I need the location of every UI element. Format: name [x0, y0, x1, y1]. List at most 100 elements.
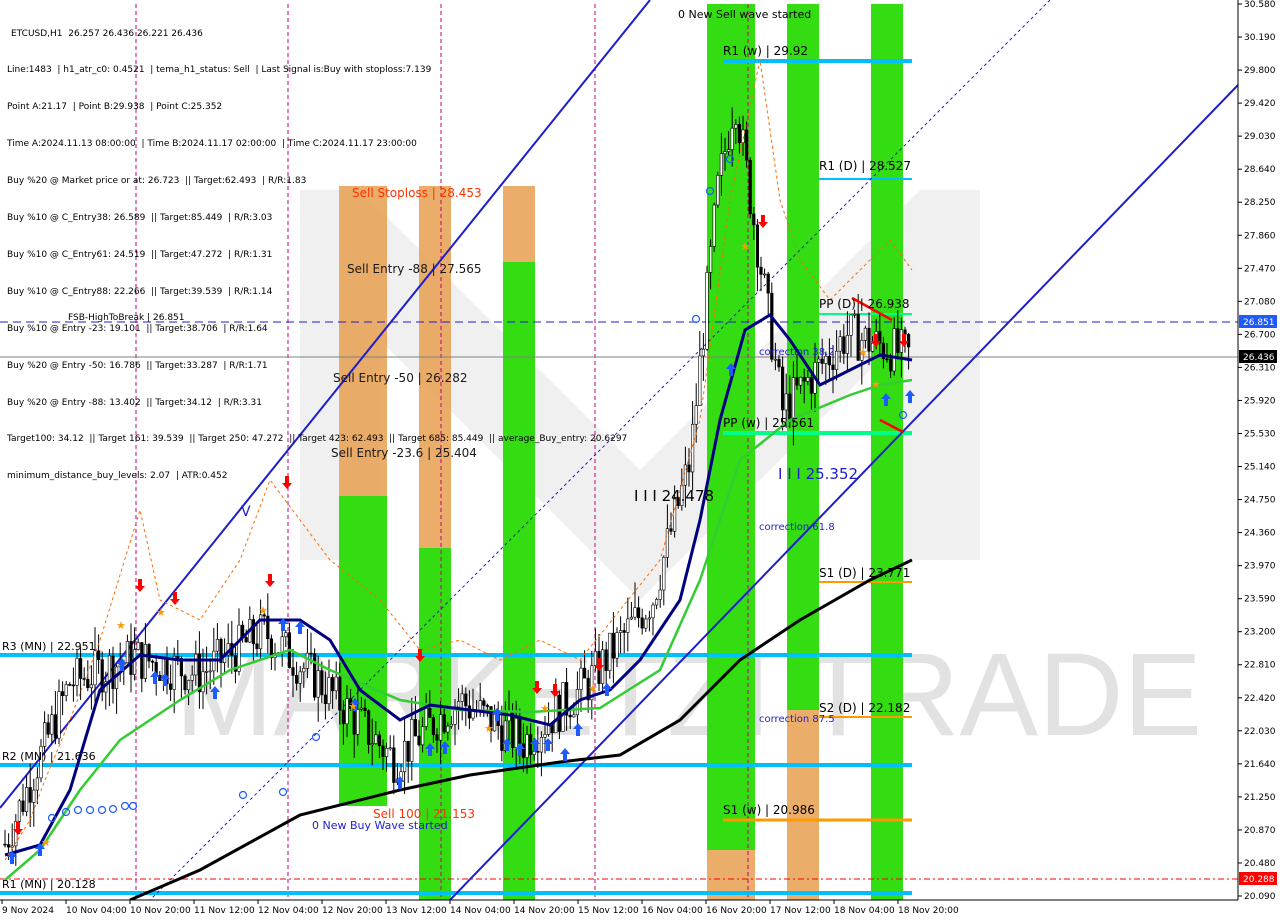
candle-body	[97, 650, 101, 660]
candle-body	[802, 376, 806, 382]
candle-body	[838, 336, 842, 352]
price-tick-label: 21.640	[1244, 760, 1276, 770]
candle-body	[554, 694, 558, 734]
candle-body	[194, 653, 198, 676]
candle-body	[485, 705, 490, 707]
candle-body	[60, 691, 65, 697]
candle-body	[687, 464, 691, 473]
candle-body	[323, 694, 328, 704]
candle-body	[582, 667, 587, 679]
signal-star: ★	[871, 378, 881, 391]
candle-body	[237, 624, 241, 672]
candle-body	[316, 670, 320, 698]
price-tick-label: 29.800	[1244, 66, 1276, 76]
candle-body	[370, 743, 374, 745]
candle-body	[183, 675, 187, 691]
candle-body	[892, 328, 896, 372]
candle-body	[151, 660, 155, 663]
candle-body	[172, 655, 176, 690]
candle-body	[28, 787, 32, 803]
candle-body	[845, 335, 849, 354]
candle-body	[320, 670, 324, 696]
time-tick-label: 12 Nov 04:00	[258, 906, 319, 916]
time-tick-label: 17 Nov 12:00	[770, 906, 831, 916]
candle-body	[834, 350, 839, 370]
candle-body	[579, 667, 583, 690]
price-tick-label: 21.250	[1244, 793, 1276, 803]
info-line: Buy %20 @ Entry -88: 13.402 || Target:34…	[7, 397, 262, 408]
candle-body	[896, 328, 900, 353]
signal-star: ★	[740, 240, 750, 253]
candle-body	[294, 675, 299, 684]
price-tick-label: 29.030	[1244, 132, 1276, 142]
candle-body	[629, 616, 633, 620]
candle-body	[626, 618, 630, 633]
candle-body	[402, 740, 407, 773]
candle-body	[708, 246, 713, 273]
candle-body	[251, 619, 256, 645]
candle-body	[338, 676, 342, 711]
candle-body	[435, 734, 439, 741]
candle-body	[464, 693, 468, 707]
signal-star: ★	[41, 836, 51, 849]
r3-mn-label: R3 (MN) | 22.951	[2, 640, 96, 653]
signal-star: ★	[540, 702, 550, 715]
current-price: 26.436	[1243, 353, 1275, 363]
candle-body	[863, 327, 867, 341]
candle-body	[748, 159, 752, 215]
price-tick-label: 26.700	[1244, 330, 1276, 340]
candle-body	[694, 405, 698, 425]
candle-body	[557, 694, 561, 732]
candle-body	[608, 632, 612, 671]
candle-body	[32, 789, 36, 803]
candle-body	[752, 213, 756, 226]
r2-mn-label: R2 (MN) | 21.636	[2, 750, 96, 763]
candle-body	[438, 714, 443, 741]
candle-body	[539, 737, 543, 753]
candle-body	[525, 734, 529, 758]
candle-body	[71, 684, 75, 687]
candle-body	[762, 273, 767, 276]
info-line: Buy %20 @ Entry -50: 16.786 || Target:33…	[7, 360, 268, 371]
time-tick-label: 14 Nov 20:00	[514, 906, 575, 916]
candle-body	[888, 358, 893, 372]
candle-body	[640, 617, 644, 629]
price-tick-label: 22.810	[1244, 661, 1276, 671]
info-line: Buy %10 @ C_Entry38: 26.589 || Target:85…	[7, 213, 273, 224]
candle-body	[449, 724, 454, 727]
price-tick-label: 23.200	[1244, 628, 1276, 638]
candle-body	[456, 701, 461, 708]
candle-body	[719, 153, 723, 176]
candle-body	[129, 641, 133, 675]
time-tick-label: 16 Nov 04:00	[642, 906, 703, 916]
candle-body	[730, 127, 734, 150]
candle-body	[417, 735, 421, 746]
candle-body	[701, 348, 705, 357]
info-line: Target100: 34.12 || Target 161: 39.539 |…	[7, 434, 628, 445]
candle-body	[244, 637, 248, 643]
candle-body	[806, 377, 810, 382]
candle-body	[187, 680, 191, 691]
candle-body	[428, 708, 432, 718]
price-tick-label: 20.480	[1244, 859, 1276, 869]
candle-body	[831, 364, 835, 370]
signal-star: ★	[588, 682, 598, 695]
price-tick-label: 25.140	[1244, 463, 1276, 473]
info-line: minimum_distance_buy_levels: 2.07 | ATR:…	[7, 471, 228, 482]
candle-body	[64, 684, 68, 697]
candle-body	[744, 129, 749, 161]
candle-body	[330, 677, 335, 692]
candle-body	[644, 618, 648, 629]
candle-body	[795, 377, 799, 386]
candle-body	[21, 800, 25, 812]
candle-body	[842, 336, 846, 354]
candle-body	[334, 676, 338, 692]
price-tick-label: 28.250	[1244, 198, 1276, 208]
green-zone	[339, 496, 387, 806]
signal-star: ★	[156, 606, 166, 619]
sell-marker-v: V	[241, 504, 251, 520]
time-tick-label: 16 Nov 20:00	[706, 906, 767, 916]
candle-body	[791, 377, 795, 422]
candle-body	[593, 650, 597, 667]
r1-w-label: R1 (w) | 29.92	[723, 44, 808, 58]
